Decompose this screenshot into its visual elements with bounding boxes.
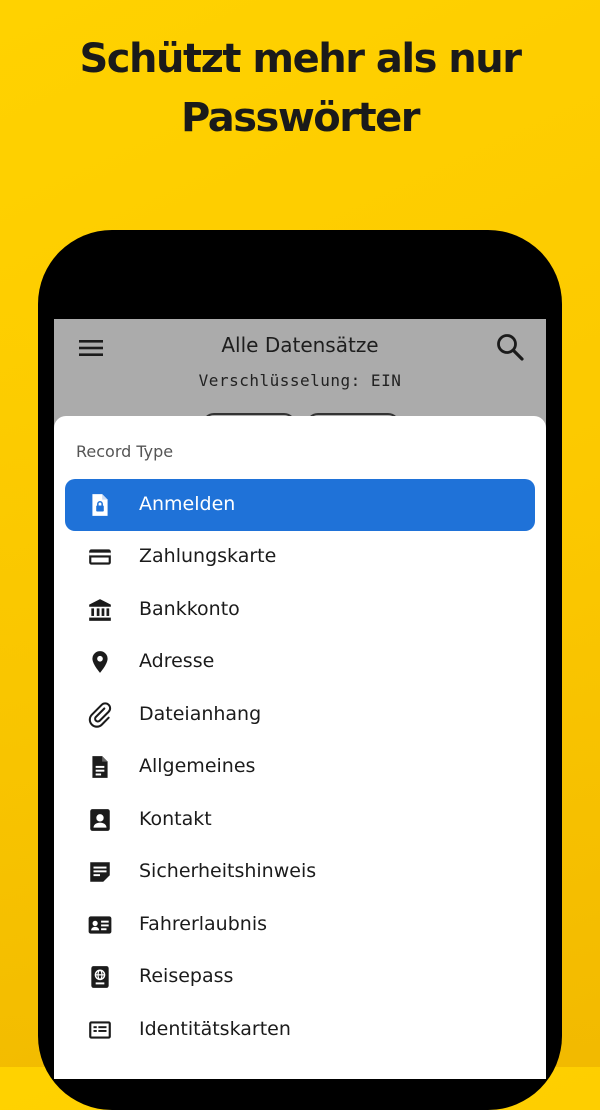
record-type-item-adresse[interactable]: Adresse: [65, 636, 535, 688]
search-icon[interactable]: [494, 331, 526, 363]
location-pin-icon: [87, 649, 113, 675]
contact-card-icon: [87, 807, 113, 833]
sheet-title: Record Type: [76, 442, 174, 461]
phone-screen: Alle Datensätze Verschlüsselung: EIN Rec…: [54, 319, 546, 1079]
record-type-item-reisepass[interactable]: Reisepass: [65, 951, 535, 1003]
headline-line-1: Schützt mehr als nur: [79, 36, 522, 82]
record-type-item-anmelden[interactable]: Anmelden: [65, 479, 535, 531]
record-type-item-identitaetskarten[interactable]: Identitätskarten: [65, 1004, 535, 1056]
passport-icon: [87, 964, 113, 990]
record-type-label: Adresse: [139, 650, 215, 672]
app-bar: Alle Datensätze Verschlüsselung: EIN: [54, 319, 546, 437]
record-type-item-zahlungskarte[interactable]: Zahlungskarte: [65, 531, 535, 583]
record-type-item-fahrerlaubnis[interactable]: Fahrerlaubnis: [65, 899, 535, 951]
record-type-label: Kontakt: [139, 808, 212, 830]
record-type-item-bankkonto[interactable]: Bankkonto: [65, 584, 535, 636]
record-type-label: Dateianhang: [139, 703, 262, 725]
sticky-note-icon: [87, 859, 113, 885]
record-type-label: Zahlungskarte: [139, 545, 277, 567]
login-file-lock-icon: [87, 492, 113, 518]
page-title: Alle Datensätze: [221, 333, 379, 357]
paperclip-icon: [87, 702, 113, 728]
record-type-label: Anmelden: [139, 493, 236, 515]
record-type-item-kontakt[interactable]: Kontakt: [65, 794, 535, 846]
bank-icon: [87, 597, 113, 623]
drivers-license-icon: [87, 912, 113, 938]
record-type-item-allgemeines[interactable]: Allgemeines: [65, 741, 535, 793]
record-type-label: Fahrerlaubnis: [139, 913, 268, 935]
encryption-status: Verschlüsselung: EIN: [198, 371, 402, 390]
record-type-label: Allgemeines: [139, 755, 256, 777]
record-type-item-dateianhang[interactable]: Dateianhang: [65, 689, 535, 741]
record-type-label: Identitätskarten: [139, 1018, 291, 1040]
record-type-label: Reisepass: [139, 965, 234, 987]
record-type-label: Bankkonto: [139, 598, 240, 620]
promo-headline: Schützt mehr als nur Passwörter: [0, 30, 600, 148]
headline-line-2: Passwörter: [181, 95, 421, 141]
credit-card-icon: [87, 544, 113, 570]
document-icon: [87, 754, 113, 780]
record-type-label: Sicherheitshinweis: [139, 860, 317, 882]
record-type-sheet: Record Type Anmelden Zahlungskarte Bankk…: [54, 416, 546, 1079]
id-card-icon: [87, 1017, 113, 1043]
record-type-item-sicherheitshinweis[interactable]: Sicherheitshinweis: [65, 846, 535, 898]
